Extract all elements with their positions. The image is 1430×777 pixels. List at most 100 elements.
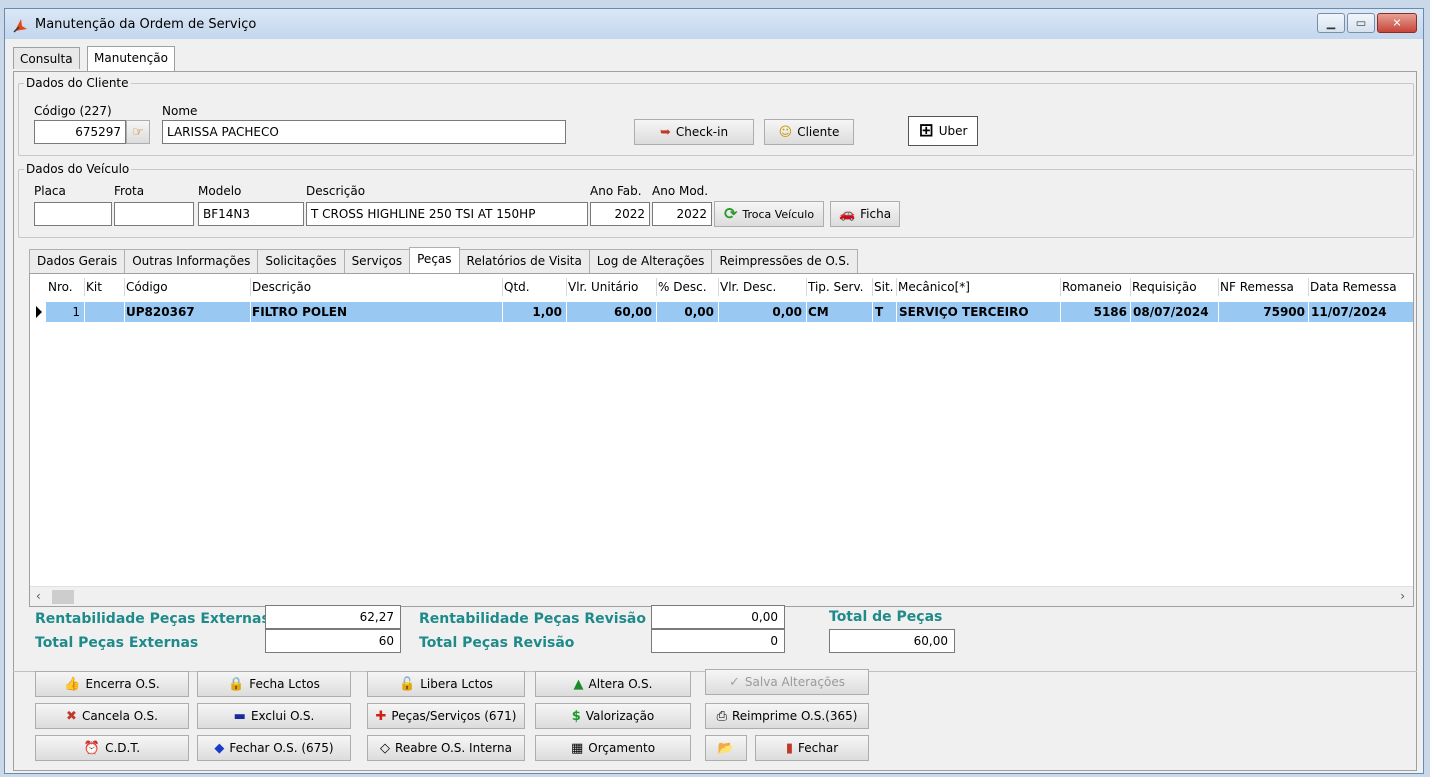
vehicle-sheet-button[interactable]: 🚗 Ficha (830, 201, 900, 227)
finish-os-button[interactable]: ◆ Fechar O.S. (675) (197, 735, 351, 761)
tab-consulta-label: Consulta (20, 52, 73, 66)
cell-codigo: UP820367 (125, 302, 250, 322)
rent-external-label: Rentabilidade Peças Externas (35, 611, 270, 627)
exit-label: Fechar (798, 741, 839, 755)
lock-icon: 🔒 (228, 676, 245, 692)
checkin-label: Check-in (675, 125, 729, 139)
printer-icon: ⎙ (716, 708, 727, 724)
tab-manutencao[interactable]: Manutenção (87, 46, 175, 71)
close-os-label: Encerra O.S. (85, 677, 160, 691)
hand-pointer-icon: ☞ (132, 124, 144, 140)
col-header-mecanico[interactable]: Mecânico[*] (898, 280, 970, 294)
col-header-requisicao[interactable]: Requisição (1132, 280, 1197, 294)
col-header-descricao[interactable]: Descrição (252, 280, 311, 294)
client-code-field[interactable]: 675297 (34, 120, 126, 144)
cell-mecanico: SERVIÇO TERCEIRO (897, 302, 1060, 322)
exit-button[interactable]: ▮ Fechar (755, 735, 869, 761)
client-button[interactable]: ☺ Cliente (764, 119, 854, 145)
plate-label: Placa (34, 184, 66, 198)
unlock-entries-button[interactable]: 🔓 Libera Lctos (367, 671, 525, 697)
cell-requisicao: 08/07/2024 (1131, 302, 1218, 322)
col-header-kit[interactable]: Kit (86, 280, 102, 294)
tab-consulta[interactable]: Consulta (13, 47, 80, 69)
tab-pecas[interactable]: Peças (409, 247, 460, 274)
col-header-sit[interactable]: Sit. (874, 280, 893, 294)
uber-button[interactable]: ⊞ Uber (908, 116, 978, 146)
cdt-label: C.D.T. (105, 741, 141, 755)
tab-servicos[interactable]: Serviços (343, 249, 411, 273)
tab-dados-gerais[interactable]: Dados Gerais (29, 249, 126, 273)
plate-field[interactable] (34, 202, 112, 226)
checkmark-icon: ✓ (729, 674, 740, 690)
cancel-os-button[interactable]: ✖ Cancela O.S. (35, 703, 189, 729)
scroll-right-icon[interactable]: › (1400, 589, 1405, 603)
reopen-os-button[interactable]: ◇ Reabre O.S. Interna (367, 735, 525, 761)
year-manufacture-label: Ano Fab. (590, 184, 642, 198)
change-vehicle-button[interactable]: ⟳ Troca Veículo (714, 201, 824, 227)
col-header-romaneio[interactable]: Romaneio (1062, 280, 1122, 294)
client-search-button[interactable]: ☞ (126, 120, 150, 144)
col-header-desc-pct[interactable]: % Desc. (658, 280, 707, 294)
parts-grid[interactable]: Nro. Kit Código Descrição Qtd. Vlr. Unit… (29, 273, 1414, 607)
close-button[interactable]: ✕ (1377, 13, 1417, 33)
dollar-icon: $ (571, 708, 581, 724)
grid-header: Nro. Kit Código Descrição Qtd. Vlr. Unit… (30, 274, 1413, 300)
col-header-nf-remessa[interactable]: NF Remessa (1220, 280, 1294, 294)
scroll-thumb[interactable] (52, 590, 74, 604)
model-field[interactable]: BF14N3 (198, 202, 304, 226)
col-header-data-remessa[interactable]: Data Remessa (1310, 280, 1397, 294)
tab-relatorios-visita[interactable]: Relatórios de Visita (458, 249, 590, 273)
col-header-tip-serv[interactable]: Tip. Serv. (808, 280, 863, 294)
year-model-label: Ano Mod. (652, 184, 709, 198)
col-header-nro[interactable]: Nro. (48, 280, 73, 294)
tab-label: Relatórios de Visita (466, 254, 582, 268)
table-row[interactable]: 1 UP820367 FILTRO POLEN 1,00 60,00 0,00 … (30, 302, 1413, 322)
quote-button[interactable]: ▦ Orçamento (535, 735, 691, 761)
x-icon: ✖ (66, 708, 77, 724)
vehicle-description-field[interactable]: T CROSS HIGHLINE 250 TSI AT 150HP (306, 202, 588, 226)
col-header-codigo[interactable]: Código (126, 280, 168, 294)
maximize-button[interactable]: ▭ (1347, 13, 1375, 33)
close-os-button[interactable]: 👍 Encerra O.S. (35, 671, 189, 697)
minimize-icon: ▁ (1326, 16, 1336, 30)
tab-reimpressoes[interactable]: Reimpressões de O.S. (711, 249, 858, 273)
edit-os-label: Altera O.S. (588, 677, 653, 691)
year-manufacture-field[interactable]: 2022 (590, 202, 650, 226)
col-header-vlr-desc[interactable]: Vlr. Desc. (720, 280, 776, 294)
rent-external-value: 62,27 (265, 605, 401, 629)
cdt-button[interactable]: ⏰ C.D.T. (35, 735, 189, 761)
tab-outras-informacoes[interactable]: Outras Informações (124, 249, 259, 273)
client-name-field[interactable]: LARISSA PACHECO (162, 120, 566, 144)
valuation-button[interactable]: $ Valorização (535, 703, 691, 729)
lock-entries-button[interactable]: 🔒 Fecha Lctos (197, 671, 351, 697)
title-bar: Manutenção da Ordem de Serviço ▁ ▭ ✕ (5, 9, 1423, 39)
cell-descricao: FILTRO POLEN (251, 302, 502, 322)
cell-vlr-unitario: 60,00 (567, 302, 656, 322)
valuation-label: Valorização (585, 709, 655, 723)
checkin-button[interactable]: ➥ Check-in (634, 119, 754, 145)
col-header-vlr-unitario[interactable]: Vlr. Unitário (568, 280, 638, 294)
tab-label: Serviços (351, 254, 403, 268)
minimize-button[interactable]: ▁ (1317, 13, 1345, 33)
save-changes-button[interactable]: ✓ Salva Alterações (705, 669, 869, 695)
scroll-left-icon[interactable]: ‹ (36, 589, 41, 603)
reprint-os-button[interactable]: ⎙ Reimprime O.S.(365) (705, 703, 869, 729)
person-icon: ☺ (778, 124, 793, 140)
plus-icon: ✚ (375, 708, 387, 724)
tab-log-alteracoes[interactable]: Log de Alterações (588, 249, 713, 273)
cell-sit: T (873, 302, 896, 322)
horizontal-scrollbar[interactable]: ‹ › (30, 586, 1413, 606)
parts-services-button[interactable]: ✚ Peças/Serviços (671) (367, 703, 525, 729)
col-header-qtd[interactable]: Qtd. (504, 280, 530, 294)
close-icon: ✕ (1392, 16, 1402, 30)
cell-desc-pct: 0,00 (657, 302, 718, 322)
refresh-icon: ⟳ (723, 204, 738, 223)
cell-kit (85, 302, 124, 322)
open-folder-button[interactable]: 📂 (705, 735, 747, 761)
delete-os-button[interactable]: ▬ Exclui O.S. (197, 703, 351, 729)
year-model-field[interactable]: 2022 (652, 202, 712, 226)
fleet-field[interactable] (114, 202, 194, 226)
model-label: Modelo (198, 184, 242, 198)
edit-os-button[interactable]: ▲ Altera O.S. (535, 671, 691, 697)
tab-solicitacoes[interactable]: Solicitações (257, 249, 345, 273)
